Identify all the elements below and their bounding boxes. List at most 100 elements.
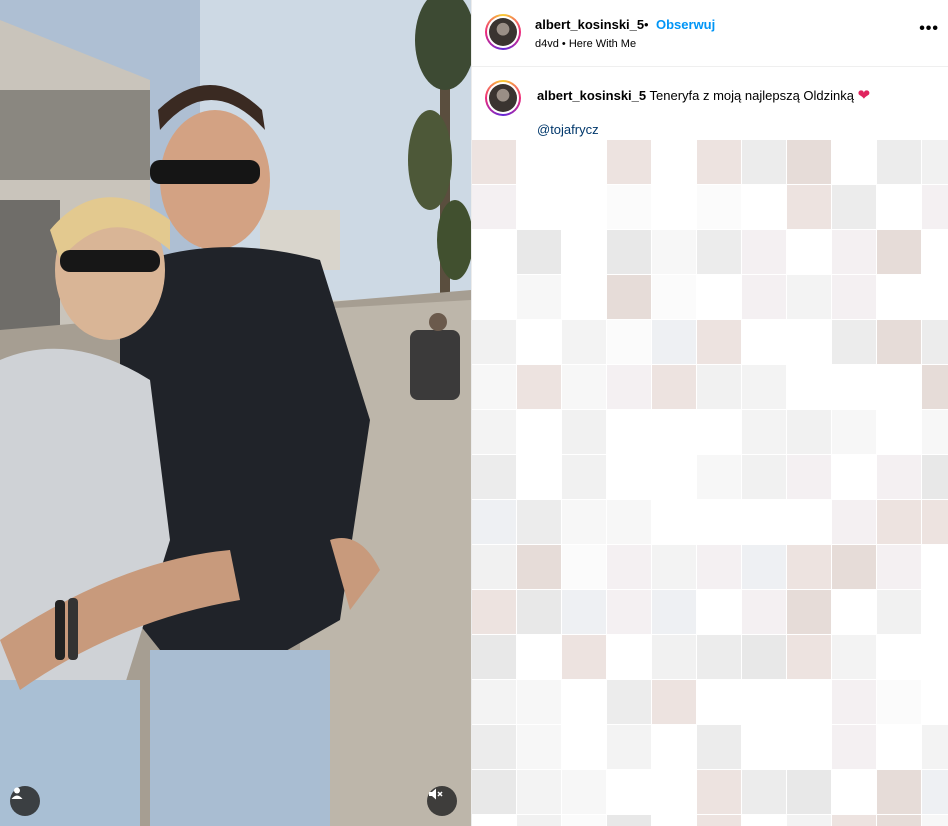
follow-button[interactable]: Obserwuj — [656, 17, 715, 32]
pixel-block — [787, 590, 831, 634]
pixel-block — [607, 500, 651, 544]
pixel-block — [742, 410, 786, 454]
pixel-block — [697, 725, 741, 769]
more-options-icon[interactable]: ••• — [919, 20, 939, 38]
pixel-block — [697, 455, 741, 499]
pixel-block — [697, 320, 741, 364]
pixel-block — [517, 230, 561, 274]
comments-pixelated — [472, 140, 948, 826]
pixel-block — [832, 500, 876, 544]
pixel-block — [472, 545, 516, 589]
pixel-block — [787, 410, 831, 454]
pixel-block — [562, 770, 606, 814]
caption-username[interactable]: albert_kosinski_5 — [537, 88, 646, 103]
pixel-block — [472, 680, 516, 724]
pixel-block — [517, 545, 561, 589]
pixel-block — [742, 770, 786, 814]
pixel-block — [607, 275, 651, 319]
pixel-block — [472, 320, 516, 364]
heart-emoji: ❤ — [857, 87, 871, 104]
audio-attribution[interactable]: d4vd • Here With Me — [535, 38, 636, 50]
audio-separator: • — [561, 38, 566, 50]
avatar-image — [489, 84, 517, 112]
pixel-block — [832, 275, 876, 319]
pixel-block — [562, 815, 606, 826]
pixel-block — [472, 185, 516, 229]
post-caption: albert_kosinski_5 Teneryfa z moją najlep… — [537, 87, 937, 105]
pixel-block — [877, 230, 921, 274]
pixel-block — [472, 770, 516, 814]
pixel-block — [877, 320, 921, 364]
pixel-block — [922, 410, 948, 454]
pixel-block — [472, 500, 516, 544]
pixel-block — [472, 140, 516, 184]
pixel-block — [562, 455, 606, 499]
pixel-block — [922, 185, 948, 229]
pixel-block — [877, 680, 921, 724]
audio-title: Here With Me — [568, 38, 637, 50]
pixel-block — [787, 275, 831, 319]
author-avatar[interactable] — [485, 14, 521, 50]
pixel-block — [922, 725, 948, 769]
pixel-block — [787, 815, 831, 826]
caption-mention[interactable]: @tojafrycz — [537, 122, 599, 137]
pixel-block — [697, 545, 741, 589]
pixel-block — [832, 545, 876, 589]
pixel-block — [697, 140, 741, 184]
pixel-block — [607, 725, 651, 769]
pixel-block — [562, 410, 606, 454]
pixel-block — [877, 590, 921, 634]
avatar-frame — [487, 82, 519, 114]
pixel-block — [742, 230, 786, 274]
pixel-block — [787, 545, 831, 589]
pixel-block — [832, 635, 876, 679]
pixel-block — [472, 725, 516, 769]
mute-button[interactable] — [427, 786, 457, 816]
caption-text: Teneryfa z moją najlepszą Oldzinką — [649, 88, 855, 103]
pixel-block — [607, 545, 651, 589]
pixel-block — [652, 545, 696, 589]
instagram-post: albert_kosinski_5 • Obserwuj d4vd • Here… — [0, 0, 948, 826]
pixel-block — [697, 770, 741, 814]
pixel-block — [922, 455, 948, 499]
user-tag-button[interactable] — [10, 786, 40, 816]
pixel-block — [697, 635, 741, 679]
post-sidebar: albert_kosinski_5 • Obserwuj d4vd • Here… — [471, 0, 948, 826]
pixel-block — [787, 140, 831, 184]
pixel-block — [832, 230, 876, 274]
pixel-block — [922, 500, 948, 544]
pixel-block — [877, 815, 921, 826]
pixel-block — [607, 230, 651, 274]
caption-avatar[interactable] — [485, 80, 521, 116]
pixel-block — [517, 725, 561, 769]
pixel-block — [922, 365, 948, 409]
pixel-block — [517, 275, 561, 319]
post-video[interactable] — [0, 0, 471, 826]
avatar-image — [489, 18, 517, 46]
pixel-block — [652, 635, 696, 679]
pixel-block — [652, 275, 696, 319]
pixel-block — [832, 680, 876, 724]
pixel-block — [607, 185, 651, 229]
pixel-block — [832, 320, 876, 364]
pixel-block — [562, 590, 606, 634]
video-frame — [0, 0, 471, 826]
header-separator: • — [644, 17, 649, 32]
author-username[interactable]: albert_kosinski_5 — [535, 17, 644, 32]
pixel-block — [652, 320, 696, 364]
pixel-block — [877, 770, 921, 814]
pixel-block — [562, 635, 606, 679]
pixel-block — [517, 500, 561, 544]
pixel-block — [607, 590, 651, 634]
pixel-block — [652, 680, 696, 724]
pixel-block — [742, 365, 786, 409]
pixel-block — [607, 320, 651, 364]
audio-artist: d4vd — [535, 38, 559, 50]
pixel-block — [697, 185, 741, 229]
pixel-block — [562, 365, 606, 409]
pixel-block — [562, 545, 606, 589]
pixel-block — [787, 770, 831, 814]
pixel-block — [922, 320, 948, 364]
pixel-block — [742, 545, 786, 589]
pixel-block — [607, 365, 651, 409]
